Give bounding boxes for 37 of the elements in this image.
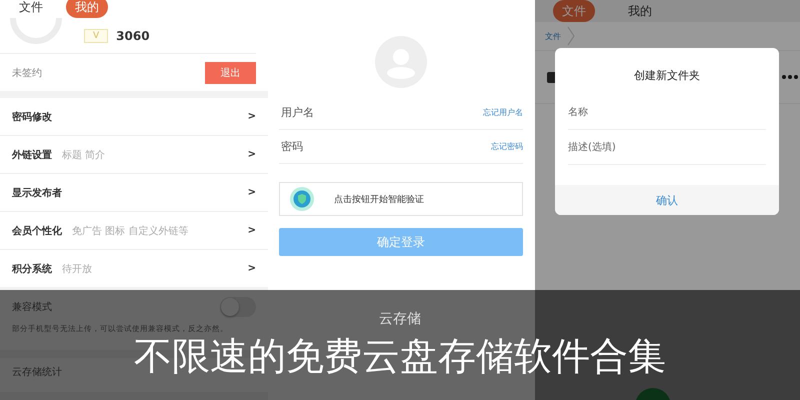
category-label: 云存储 — [379, 310, 421, 328]
chevron: > — [248, 187, 256, 198]
menu-hint: 待开放 — [62, 262, 92, 276]
menu-label: 会员个性化 — [12, 224, 62, 238]
confirm-button[interactable]: 确认 — [555, 185, 779, 215]
chevron-icon — [567, 26, 575, 46]
menu-hint: 标题 简介 — [62, 148, 106, 162]
more-icon — [782, 75, 798, 79]
verify-label: 点击按钮开始智能验证 — [334, 194, 424, 206]
level-badge: V — [84, 28, 108, 42]
logout-button[interactable]: 退出 — [205, 62, 256, 84]
points-value: 3060 — [116, 28, 150, 42]
chevron: > — [248, 149, 256, 160]
section-title: 云存储统计 — [12, 367, 62, 378]
compat-toggle[interactable] — [220, 297, 256, 317]
chevron: > — [248, 111, 256, 122]
tab[interactable]: 文件 — [10, 0, 52, 18]
menu-item[interactable]: 积分系统 待开放 > — [0, 250, 268, 287]
contract-status: 未签约 — [12, 66, 42, 80]
tab[interactable]: 我的 — [619, 0, 661, 22]
chevron: > — [248, 263, 256, 274]
caption-title: 不限速的免费云盘存储软件合集 — [134, 334, 666, 378]
forgot-link[interactable]: 忘记密码 — [491, 141, 523, 152]
breadcrumb-item[interactable]: 文件 — [545, 30, 561, 42]
menu-hint: 免广告 图标 自定义外链等 — [72, 224, 188, 238]
forgot-link[interactable]: 忘记用户名 — [483, 107, 523, 118]
verify-button[interactable]: 点击按钮开始智能验证 — [279, 182, 523, 216]
shield-icon — [290, 187, 314, 211]
chevron: > — [248, 225, 256, 236]
dialog-title: 创建新文件夹 — [633, 68, 701, 83]
menu-label: 外链设置 — [12, 148, 52, 162]
tab[interactable]: 我的 — [66, 0, 108, 18]
menu-label: 密码修改 — [12, 110, 52, 124]
menu-label: 显示发布者 — [12, 186, 62, 200]
tab[interactable]: 文件 — [553, 0, 595, 22]
menu-label: 积分系统 — [12, 262, 52, 276]
setting-label: 兼容模式 — [12, 300, 52, 314]
